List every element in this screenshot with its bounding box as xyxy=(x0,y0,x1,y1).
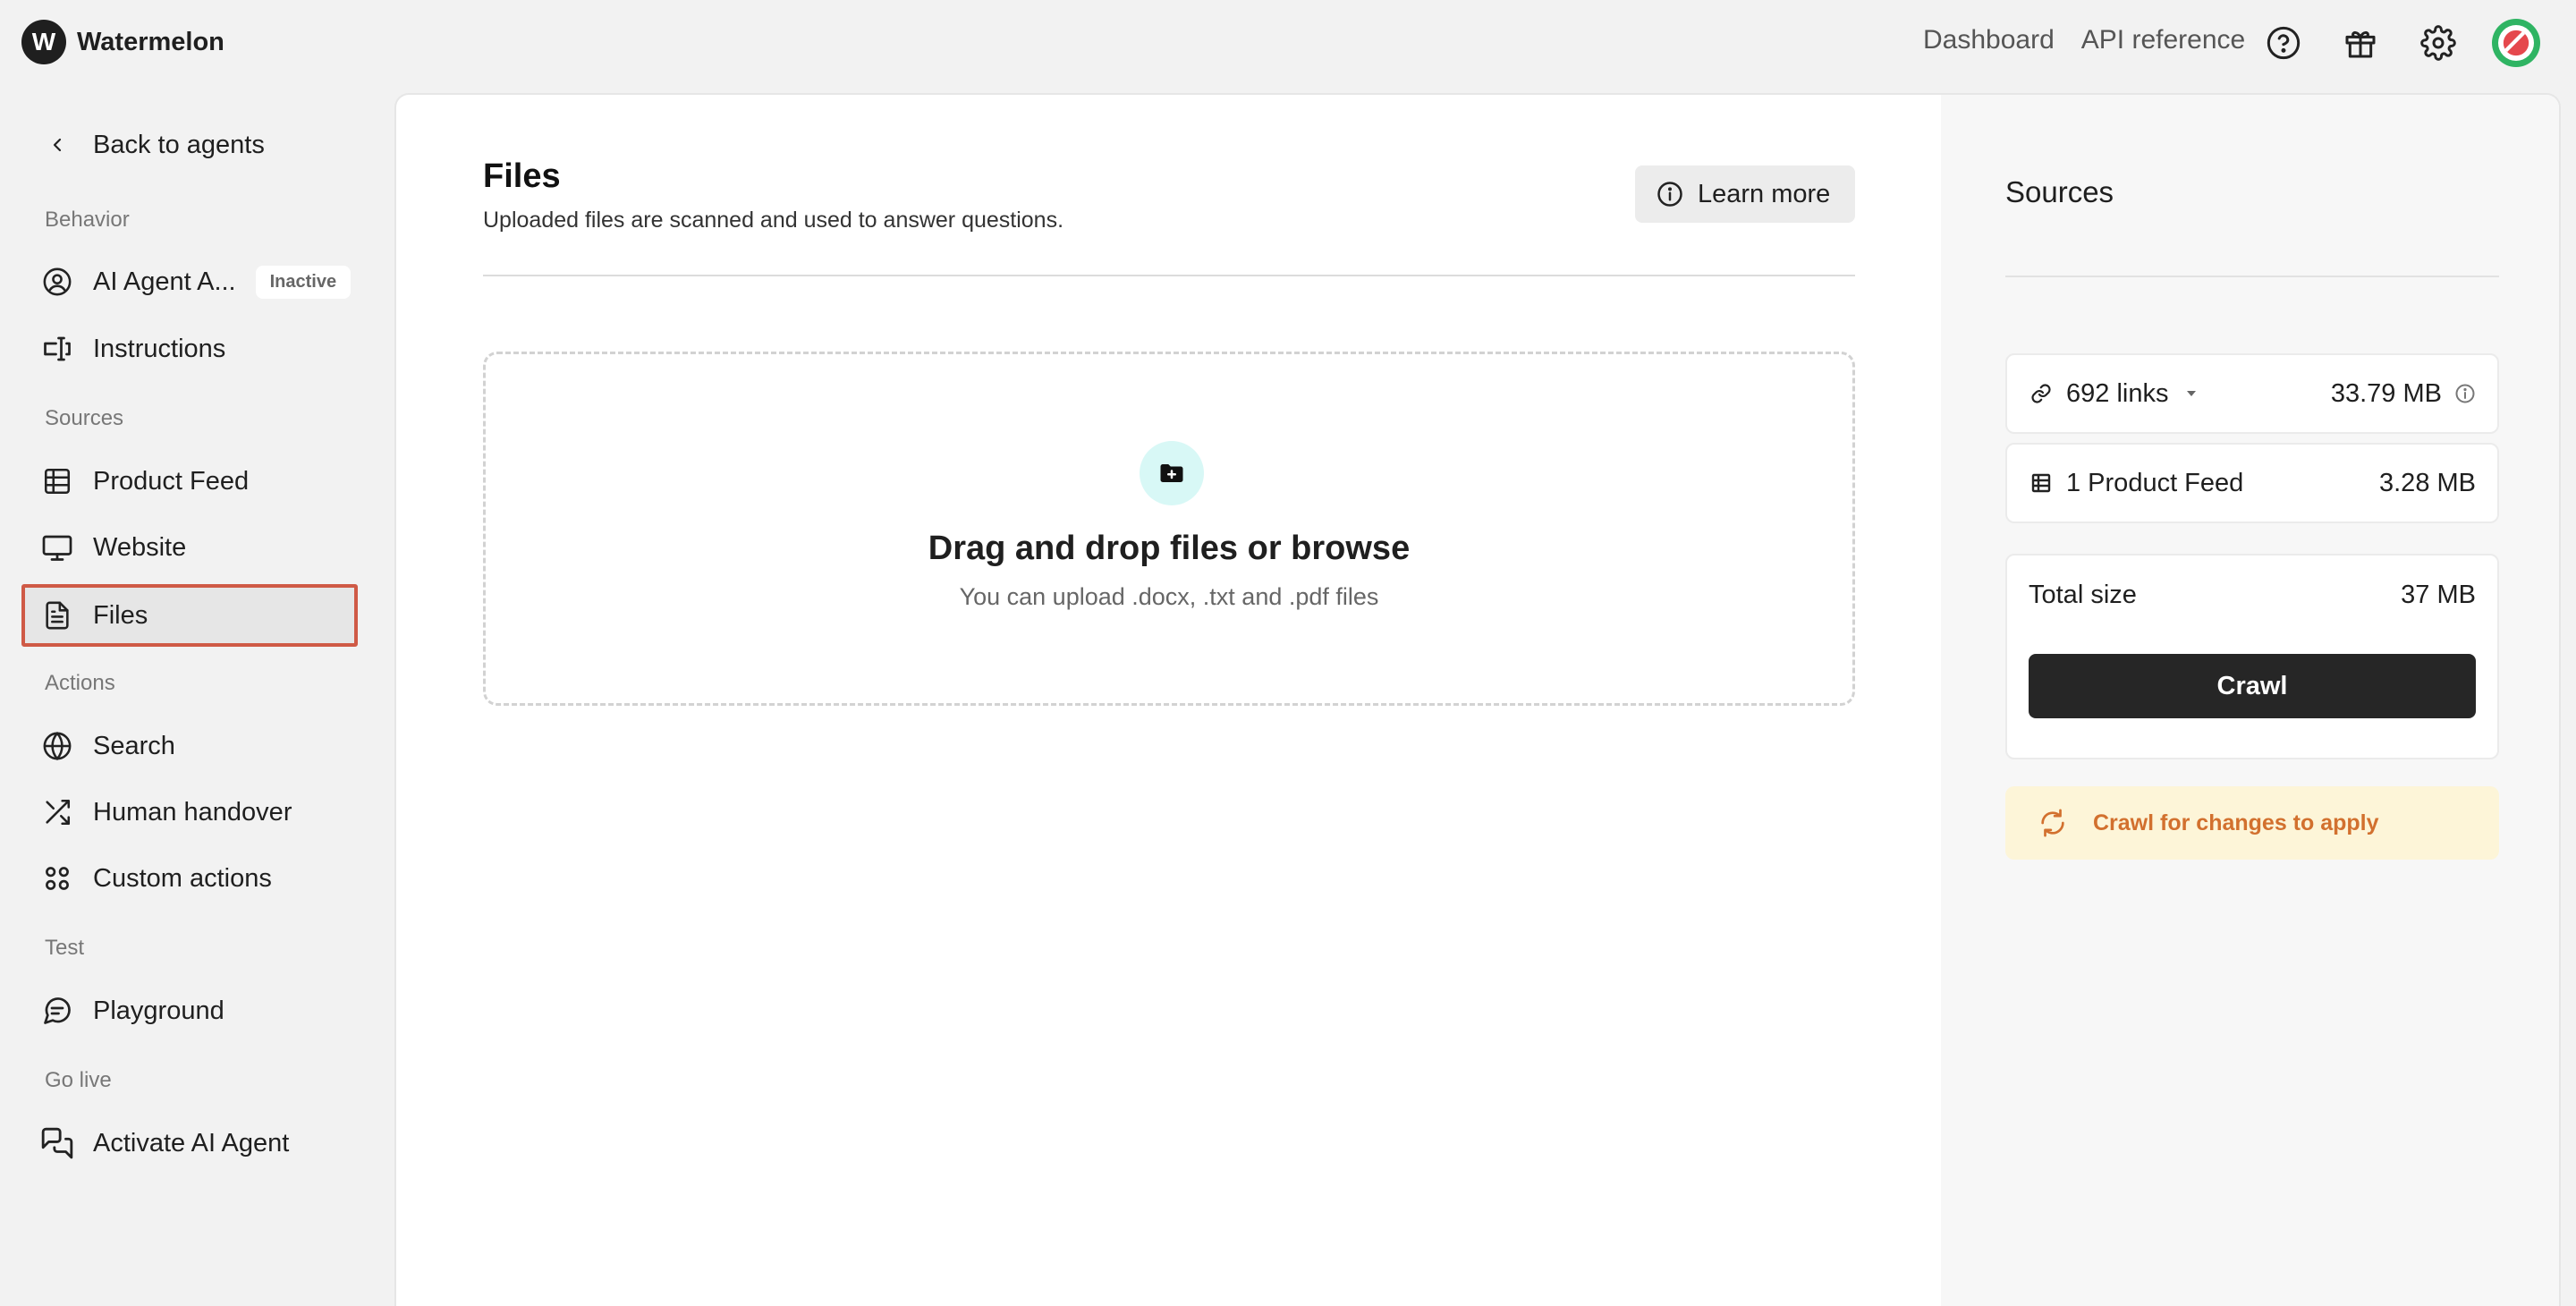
learn-more-label: Learn more xyxy=(1698,179,1831,208)
chevron-left-icon xyxy=(39,127,75,163)
section-sources: Sources xyxy=(45,406,124,430)
text-cursor-input-icon xyxy=(39,331,75,367)
sidebar: Back to agents Behavior AI Agent A... In… xyxy=(0,93,394,1306)
crawl-notice: Crawl for changes to apply xyxy=(2005,786,2499,860)
product-feed-card[interactable]: 1 Product Feed 3.28 MB xyxy=(2005,443,2499,523)
shuffle-icon xyxy=(39,794,75,830)
header-divider xyxy=(483,275,1855,276)
monitor-icon xyxy=(39,530,75,565)
sidebar-item-label: Website xyxy=(93,532,187,562)
sidebar-item-label: Files xyxy=(93,600,148,630)
section-actions: Actions xyxy=(45,671,115,695)
sources-title: Sources xyxy=(2005,175,2114,208)
sidebar-item-files[interactable]: Files xyxy=(21,584,358,647)
brand-name: Watermelon xyxy=(77,27,225,56)
sidebar-item-playground[interactable]: Playground xyxy=(21,982,358,1039)
table-icon xyxy=(39,463,75,499)
table-icon xyxy=(2029,471,2054,496)
globe-icon xyxy=(39,728,75,764)
page-subtitle: Uploaded files are scanned and used to a… xyxy=(483,208,1064,233)
sidebar-item-product-feed[interactable]: Product Feed xyxy=(21,453,358,510)
help-circle-icon[interactable] xyxy=(2266,25,2301,61)
links-count: 692 links xyxy=(2066,378,2169,408)
file-dropzone[interactable]: Drag and drop files or browse You can up… xyxy=(483,352,1855,706)
sidebar-item-label: Human handover xyxy=(93,797,292,827)
learn-more-button[interactable]: Learn more xyxy=(1635,165,1855,223)
total-size-label: Total size xyxy=(2029,581,2137,609)
sidebar-item-label: Instructions xyxy=(93,334,226,363)
sidebar-item-instructions[interactable]: Instructions xyxy=(21,320,358,377)
info-icon xyxy=(1657,181,1683,208)
dashboard-link[interactable]: Dashboard xyxy=(1923,25,2055,55)
sidebar-item-label: Product Feed xyxy=(93,466,250,496)
links-card[interactable]: 692 links 33.79 MB xyxy=(2005,353,2499,434)
crawl-notice-text: Crawl for changes to apply xyxy=(2093,810,2379,835)
sidebar-item-website[interactable]: Website xyxy=(21,519,358,576)
sidebar-item-activate[interactable]: Activate AI Agent xyxy=(21,1115,358,1172)
back-to-agents-label: Back to agents xyxy=(93,130,265,159)
watermelon-avatar-icon xyxy=(2498,25,2534,61)
user-circle-icon xyxy=(39,264,75,300)
sidebar-item-custom-actions[interactable]: Custom actions xyxy=(21,850,358,907)
total-size-value: 37 MB xyxy=(2401,581,2476,609)
link-icon xyxy=(2029,381,2054,406)
refresh-icon xyxy=(2038,808,2068,838)
sidebar-item-label: Playground xyxy=(93,996,225,1025)
sidebar-item-label: AI Agent A... xyxy=(93,267,236,296)
product-feed-size: 3.28 MB xyxy=(2379,468,2476,497)
back-to-agents-link[interactable]: Back to agents xyxy=(21,116,358,174)
caret-down-icon[interactable] xyxy=(2184,388,2199,399)
avatar[interactable] xyxy=(2492,19,2540,67)
gift-icon[interactable] xyxy=(2343,25,2378,61)
section-behavior: Behavior xyxy=(45,208,130,232)
gear-icon[interactable] xyxy=(2420,25,2456,61)
main-panel: Files Uploaded files are scanned and use… xyxy=(394,93,2561,1306)
sidebar-item-label: Search xyxy=(93,731,175,760)
message-circle-icon xyxy=(39,993,75,1029)
sidebar-item-search[interactable]: Search xyxy=(21,717,358,775)
brand-logo: W xyxy=(21,20,66,64)
dropzone-subtitle: You can upload .docx, .txt and .pdf file… xyxy=(959,583,1379,610)
grid-dots-icon xyxy=(39,861,75,896)
folder-plus-icon xyxy=(1140,441,1204,505)
api-reference-link[interactable]: API reference xyxy=(2081,25,2245,55)
section-go-live: Go live xyxy=(45,1068,112,1092)
sidebar-item-human-handover[interactable]: Human handover xyxy=(21,784,358,841)
sources-panel: Sources 692 links 33.79 MB 1 Product Fee… xyxy=(1941,95,2559,1306)
files-content: Files Uploaded files are scanned and use… xyxy=(396,95,1941,1306)
status-badge: Inactive xyxy=(255,265,352,299)
section-test: Test xyxy=(45,936,85,960)
product-feed-count: 1 Product Feed xyxy=(2066,468,2244,497)
sidebar-item-label: Custom actions xyxy=(93,863,272,893)
page-title: Files xyxy=(483,157,561,195)
sources-divider xyxy=(2005,276,2499,277)
file-text-icon xyxy=(39,598,75,633)
links-size: 33.79 MB xyxy=(2330,378,2442,408)
top-bar: W Watermelon Dashboard API reference xyxy=(0,0,2576,93)
dropzone-title: Drag and drop files or browse xyxy=(928,530,1411,567)
sidebar-item-label: Activate AI Agent xyxy=(93,1128,290,1158)
brand[interactable]: W Watermelon xyxy=(21,20,225,64)
top-nav: Dashboard API reference xyxy=(1923,25,2245,55)
info-small-icon[interactable] xyxy=(2454,383,2476,404)
sidebar-item-ai-agent[interactable]: AI Agent A... Inactive xyxy=(21,253,358,310)
crawl-button[interactable]: Crawl xyxy=(2029,654,2476,718)
total-card: Total size 37 MB Crawl xyxy=(2005,554,2499,759)
messages-icon xyxy=(39,1125,75,1161)
